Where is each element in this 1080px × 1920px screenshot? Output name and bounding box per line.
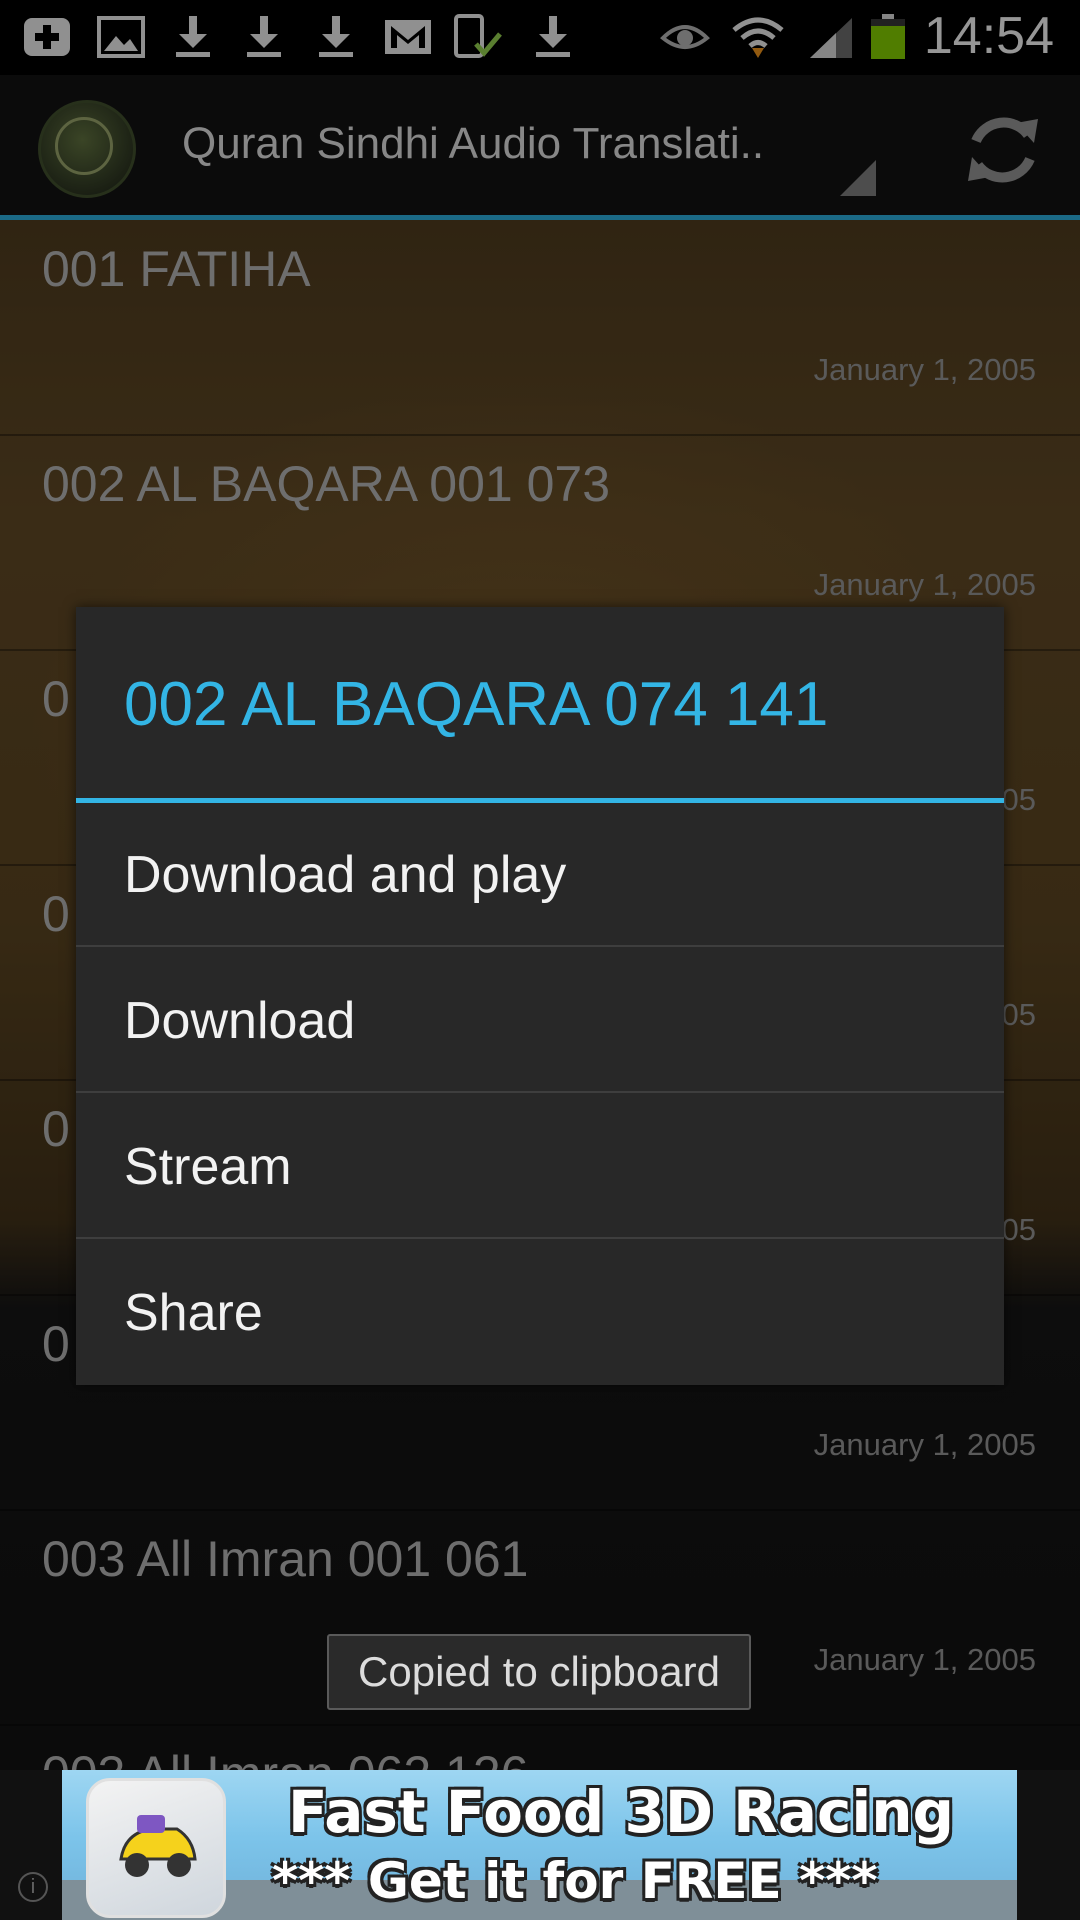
toast-text: Copied to clipboard — [358, 1648, 720, 1695]
option-label: Stream — [124, 1138, 292, 1196]
ad-app-icon — [86, 1778, 226, 1918]
download-option[interactable]: Download — [76, 949, 1004, 1093]
dialog-title: 002 AL BAQARA 074 141 — [124, 670, 829, 739]
divider — [76, 945, 1004, 947]
toast-message: Copied to clipboard — [327, 1634, 751, 1710]
ad-headline: Fast Food 3D Racing — [288, 1778, 955, 1846]
ad-info-icon[interactable]: i — [18, 1872, 48, 1902]
stream-option[interactable]: Stream — [76, 1095, 1004, 1239]
divider — [76, 1237, 1004, 1239]
ad-subline: *** Get it for FREE *** — [272, 1852, 878, 1910]
share-option[interactable]: Share — [76, 1241, 1004, 1385]
option-label: Download — [124, 992, 356, 1050]
download-and-play-option[interactable]: Download and play — [76, 803, 1004, 947]
car-icon — [119, 1815, 197, 1877]
option-label: Download and play — [124, 846, 567, 904]
options-dialog: 002 AL BAQARA 074 141 Download and play … — [76, 607, 1004, 1385]
option-label: Share — [124, 1284, 263, 1342]
divider — [76, 1091, 1004, 1093]
ad-banner[interactable]: Fast Food 3D Racing *** Get it for FREE … — [62, 1770, 1017, 1920]
